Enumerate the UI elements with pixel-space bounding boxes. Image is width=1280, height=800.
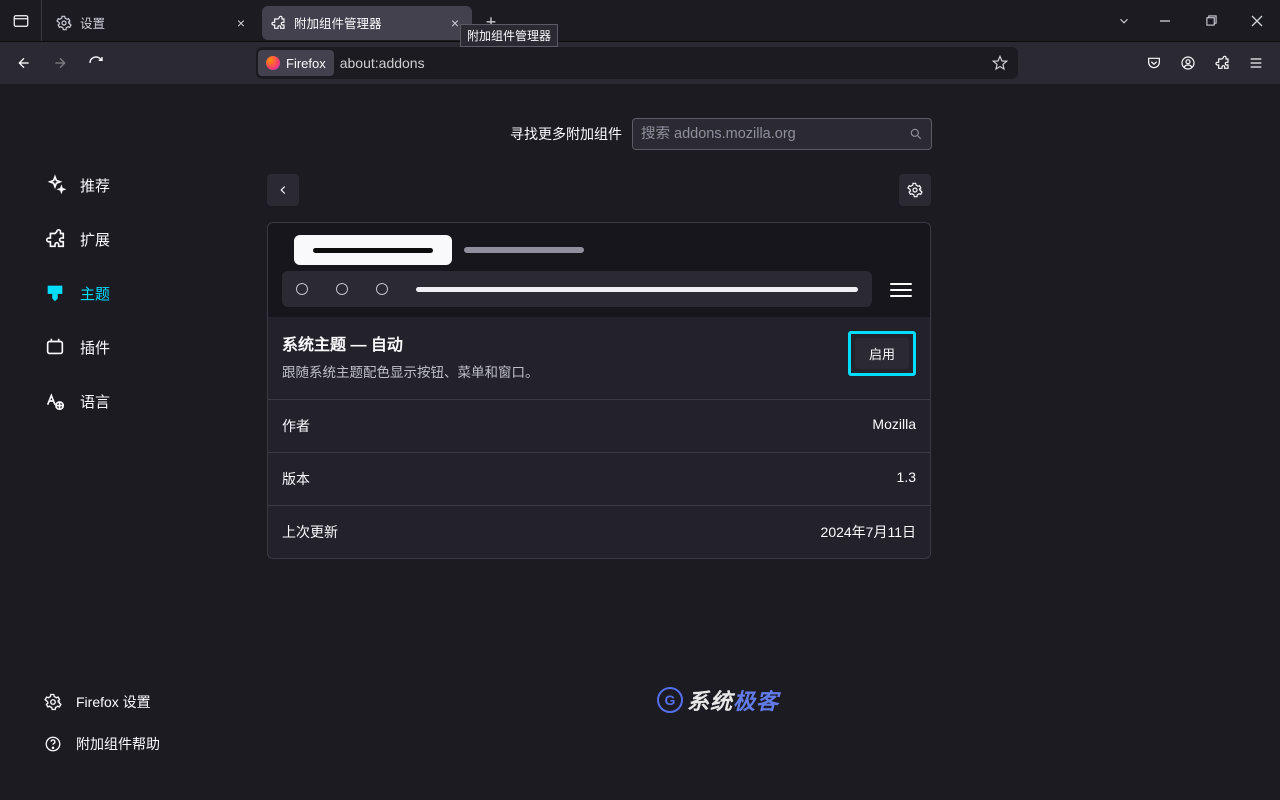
sidebar-addons-help[interactable]: 附加组件帮助 bbox=[44, 734, 239, 754]
hamburger-icon bbox=[1248, 55, 1264, 71]
meta-value: Mozilla bbox=[872, 416, 916, 436]
sidebar-item-themes[interactable]: 主题 bbox=[44, 282, 239, 304]
panel-settings-button[interactable] bbox=[899, 174, 931, 206]
minimize-button[interactable] bbox=[1142, 0, 1188, 42]
pocket-button[interactable] bbox=[1138, 47, 1170, 79]
sidebar-firefox-settings[interactable]: Firefox 设置 bbox=[44, 692, 239, 712]
panel-back-button[interactable] bbox=[267, 174, 299, 206]
reload-button[interactable] bbox=[80, 47, 112, 79]
gear-icon bbox=[56, 15, 72, 31]
bookmark-button[interactable] bbox=[986, 55, 1014, 71]
search-icon bbox=[909, 127, 923, 141]
app-menu-button[interactable] bbox=[1240, 47, 1272, 79]
theme-detail-card: 系统主题 — 自动 跟随系统主题配色显示按钮、菜单和窗口。 启用 作者 Mozi… bbox=[267, 222, 931, 559]
window-titlebar: 设置 × 附加组件管理器 × + 附加组件管理器 bbox=[0, 0, 1280, 42]
sidebar-item-label: 语言 bbox=[80, 391, 110, 412]
addons-page: 推荐 扩展 主题 插件 语言 Firefox 设置 bbox=[0, 84, 1280, 800]
gear-icon bbox=[44, 693, 62, 711]
panel-icon bbox=[12, 12, 30, 30]
close-button[interactable] bbox=[1234, 0, 1280, 42]
watermark: G 系统极客 bbox=[657, 684, 779, 716]
meta-label: 上次更新 bbox=[282, 522, 338, 542]
watermark-text: 系统极客 bbox=[687, 684, 779, 716]
meta-value: 1.3 bbox=[897, 469, 916, 489]
forward-button[interactable] bbox=[44, 47, 76, 79]
brush-icon bbox=[44, 282, 66, 304]
window-controls bbox=[1106, 0, 1280, 41]
maximize-button[interactable] bbox=[1188, 0, 1234, 42]
preview-inactive-tab bbox=[464, 247, 584, 253]
sidebar-item-extensions[interactable]: 扩展 bbox=[44, 228, 239, 250]
puzzle-icon bbox=[270, 15, 286, 31]
puzzle-icon bbox=[1214, 55, 1230, 71]
reload-icon bbox=[88, 55, 104, 71]
meta-row-author: 作者 Mozilla bbox=[268, 400, 930, 453]
tab-tooltip: 附加组件管理器 bbox=[460, 24, 558, 47]
help-icon bbox=[44, 735, 62, 753]
preview-active-tab bbox=[294, 235, 452, 265]
chevron-left-icon bbox=[276, 183, 290, 197]
addon-search-box[interactable] bbox=[632, 118, 932, 150]
sidebar-item-label: Firefox 设置 bbox=[76, 692, 151, 712]
tab-label: 设置 bbox=[80, 13, 224, 32]
chevron-down-icon bbox=[1117, 14, 1131, 28]
account-icon bbox=[1180, 55, 1196, 71]
theme-title: 系统主题 — 自动 bbox=[282, 331, 539, 355]
sidebar-toggle-button[interactable] bbox=[0, 0, 42, 41]
back-button[interactable] bbox=[8, 47, 40, 79]
theme-preview bbox=[268, 223, 930, 317]
preview-menu-icon bbox=[890, 279, 912, 301]
sidebar-item-label: 推荐 bbox=[80, 175, 110, 196]
arrow-left-icon bbox=[16, 55, 32, 71]
enable-highlight: 启用 bbox=[848, 331, 916, 376]
identity-box[interactable]: Firefox bbox=[258, 50, 334, 76]
sidebar-item-label: 主题 bbox=[80, 283, 110, 304]
list-tabs-button[interactable] bbox=[1106, 14, 1142, 28]
identity-label: Firefox bbox=[286, 56, 326, 71]
language-icon bbox=[44, 390, 66, 412]
tab-strip: 设置 × 附加组件管理器 × + bbox=[42, 0, 1106, 41]
arrow-right-icon bbox=[52, 55, 68, 71]
meta-row-updated: 上次更新 2024年7月11日 bbox=[268, 506, 930, 558]
firefox-logo-icon bbox=[266, 56, 280, 70]
sidebar-item-plugins[interactable]: 插件 bbox=[44, 336, 239, 358]
gear-icon bbox=[907, 182, 923, 198]
puzzle-icon bbox=[44, 228, 66, 250]
extensions-button[interactable] bbox=[1206, 47, 1238, 79]
watermark-icon: G bbox=[657, 687, 683, 713]
meta-value: 2024年7月11日 bbox=[821, 522, 916, 542]
meta-label: 版本 bbox=[282, 469, 310, 489]
meta-label: 作者 bbox=[282, 416, 310, 436]
plugin-icon bbox=[44, 336, 66, 358]
sidebar-item-label: 插件 bbox=[80, 337, 110, 358]
theme-description: 跟随系统主题配色显示按钮、菜单和窗口。 bbox=[282, 361, 539, 381]
preview-toolbar bbox=[282, 271, 872, 307]
sidebar-item-languages[interactable]: 语言 bbox=[44, 390, 239, 412]
sidebar-item-label: 附加组件帮助 bbox=[76, 734, 160, 754]
enable-button[interactable]: 启用 bbox=[855, 338, 909, 369]
account-button[interactable] bbox=[1172, 47, 1204, 79]
tab-label: 附加组件管理器 bbox=[294, 13, 438, 32]
tab-settings[interactable]: 设置 × bbox=[48, 6, 258, 40]
tab-close-button[interactable]: × bbox=[232, 14, 250, 32]
pocket-icon bbox=[1146, 55, 1162, 71]
sidebar-item-label: 扩展 bbox=[80, 229, 110, 250]
search-label: 寻找更多附加组件 bbox=[510, 124, 622, 144]
category-sidebar: 推荐 扩展 主题 插件 语言 Firefox 设置 bbox=[0, 84, 267, 800]
sparkle-icon bbox=[44, 174, 66, 196]
main-panel: 寻找更多附加组件 bbox=[267, 84, 1280, 800]
url-text: about:addons bbox=[340, 55, 980, 71]
sidebar-item-recommendations[interactable]: 推荐 bbox=[44, 174, 239, 196]
navigation-toolbar: Firefox about:addons bbox=[0, 42, 1280, 84]
meta-row-version: 版本 1.3 bbox=[268, 453, 930, 506]
url-bar[interactable]: Firefox about:addons bbox=[256, 47, 1018, 79]
addon-search-input[interactable] bbox=[641, 126, 909, 142]
star-icon bbox=[992, 55, 1008, 71]
tab-addons[interactable]: 附加组件管理器 × bbox=[262, 6, 472, 40]
